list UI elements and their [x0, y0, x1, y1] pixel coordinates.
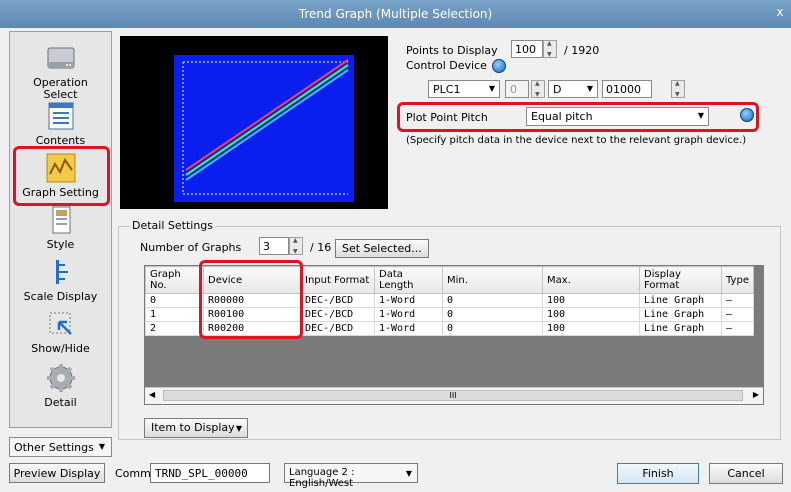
plc-select[interactable]: PLC1 ▼	[428, 80, 500, 98]
sidebar-item-style[interactable]: Style	[12, 204, 109, 251]
address-spinner[interactable]	[671, 80, 685, 98]
item-to-display-dropdown[interactable]: Item to Display ▼	[144, 418, 248, 438]
language-value: Language 2 : English/West	[289, 467, 355, 489]
column-header[interactable]: Display Format	[639, 266, 722, 294]
finish-button[interactable]: Finish	[617, 463, 699, 484]
trend-graph-preview	[174, 55, 354, 202]
cell[interactable]: 1-Word	[374, 293, 443, 308]
cell[interactable]: —	[721, 293, 754, 308]
num-graphs-input[interactable]: 3	[259, 237, 289, 255]
info-icon[interactable]	[492, 59, 506, 73]
cell[interactable]: —	[721, 321, 754, 336]
column-header[interactable]: Input Format	[300, 266, 375, 294]
scale-icon	[55, 260, 68, 284]
scroll-thumb[interactable]: III	[163, 390, 743, 401]
sidebar-item-show-hide[interactable]: Show/Hide	[12, 308, 109, 355]
cell[interactable]: DEC-/BCD	[300, 321, 375, 336]
scroll-right-icon[interactable]: ▶	[753, 390, 759, 399]
station-select: 0	[505, 80, 529, 98]
device-type-select[interactable]: D ▼	[548, 80, 598, 98]
sidebar-item-contents[interactable]: Contents	[12, 100, 109, 147]
highlight-graph-setting	[13, 146, 110, 206]
chevron-down-icon: ▼	[405, 469, 412, 478]
detail-settings-legend: Detail Settings	[130, 219, 216, 232]
language-select[interactable]: Language 2 : English/West ▼	[284, 463, 418, 489]
sidebar-item-label: Detail	[44, 396, 77, 409]
cell[interactable]: 100	[542, 307, 640, 322]
close-button[interactable]: x	[773, 5, 787, 19]
num-graphs-spinner[interactable]	[289, 237, 303, 255]
cell[interactable]: 1-Word	[374, 307, 443, 322]
graph-preview	[120, 36, 388, 209]
cell[interactable]: 1	[145, 307, 204, 322]
plot-area	[174, 55, 354, 202]
cell[interactable]: Line Graph	[639, 321, 722, 336]
title-bar: Trend Graph (Multiple Selection) x	[0, 0, 791, 28]
sidebar-item-label: Scale Display	[23, 290, 98, 303]
window-title: Trend Graph (Multiple Selection)	[298, 7, 493, 21]
column-header[interactable]: Max.	[542, 266, 640, 294]
chevron-down-icon: ▼	[488, 84, 495, 93]
column-header[interactable]: Min.	[442, 266, 543, 294]
station-spinner	[531, 80, 545, 98]
sidebar-item-label: Show/Hide	[31, 342, 90, 355]
station-value: 0	[510, 83, 517, 96]
scroll-left-icon[interactable]: ◀	[149, 390, 155, 399]
sidebar-item-scale-display[interactable]: Scale Display	[12, 256, 109, 303]
column-header[interactable]: Graph No.	[145, 266, 204, 294]
num-graphs-label: Number of Graphs	[140, 241, 242, 254]
sidebar: Operation Select Contents Graph Setting …	[9, 31, 112, 428]
plc-select-value: PLC1	[433, 83, 461, 96]
cell[interactable]: DEC-/BCD	[300, 293, 375, 308]
horizontal-scrollbar[interactable]: ◀ III ▶	[145, 387, 763, 404]
set-selected-button[interactable]: Set Selected...	[335, 239, 429, 258]
cell[interactable]: Line Graph	[639, 293, 722, 308]
cell[interactable]: 1-Word	[374, 321, 443, 336]
cell[interactable]: 0	[442, 321, 543, 336]
column-header[interactable]: Data Length	[374, 266, 443, 294]
contents-icon	[48, 102, 73, 130]
highlight-pitch	[397, 102, 759, 132]
points-max: / 1920	[564, 44, 600, 57]
highlight-device-column	[199, 260, 303, 339]
chevron-down-icon: ▼	[98, 442, 105, 451]
num-graphs-max: / 16	[310, 241, 332, 254]
chevron-down-icon: ▼	[586, 84, 593, 93]
cell[interactable]: DEC-/BCD	[300, 307, 375, 322]
cell[interactable]: 100	[542, 293, 640, 308]
cell[interactable]: 2	[145, 321, 204, 336]
comm-input[interactable]: TRND_SPL_00000	[150, 463, 270, 483]
cell[interactable]: Line Graph	[639, 307, 722, 322]
points-spinner[interactable]	[543, 40, 557, 58]
sidebar-item-label: Style	[46, 238, 75, 251]
cell[interactable]: 0	[442, 307, 543, 322]
other-settings-dropdown[interactable]: Other Settings ▼	[9, 437, 112, 457]
comm-label: Comm	[115, 467, 151, 480]
pitch-note: (Specify pitch data in the device next t…	[406, 135, 747, 146]
device-type-value: D	[553, 83, 562, 96]
points-label: Points to Display	[406, 44, 498, 57]
control-device-label: Control Device	[406, 59, 487, 72]
cell[interactable]: —	[721, 307, 754, 322]
device-icon	[47, 47, 74, 69]
item-to-display-label: Item to Display	[151, 421, 235, 434]
style-icon	[52, 206, 70, 234]
cell[interactable]: 0	[442, 293, 543, 308]
show-hide-icon	[49, 312, 72, 335]
address-input[interactable]: 01000	[602, 80, 652, 98]
cell[interactable]: 100	[542, 321, 640, 336]
column-header[interactable]: Type	[721, 266, 754, 294]
other-settings-label: Other Settings	[14, 441, 94, 454]
sidebar-item-detail[interactable]: Detail	[12, 362, 109, 409]
cell[interactable]: 0	[145, 293, 204, 308]
sidebar-item-operation-select[interactable]: Operation Select	[12, 42, 109, 101]
gear-icon	[46, 364, 75, 392]
chevron-down-icon: ▼	[235, 424, 242, 433]
preview-display-button[interactable]: Preview Display	[9, 463, 105, 483]
cancel-button[interactable]: Cancel	[709, 463, 783, 484]
points-input[interactable]: 100	[511, 40, 543, 58]
